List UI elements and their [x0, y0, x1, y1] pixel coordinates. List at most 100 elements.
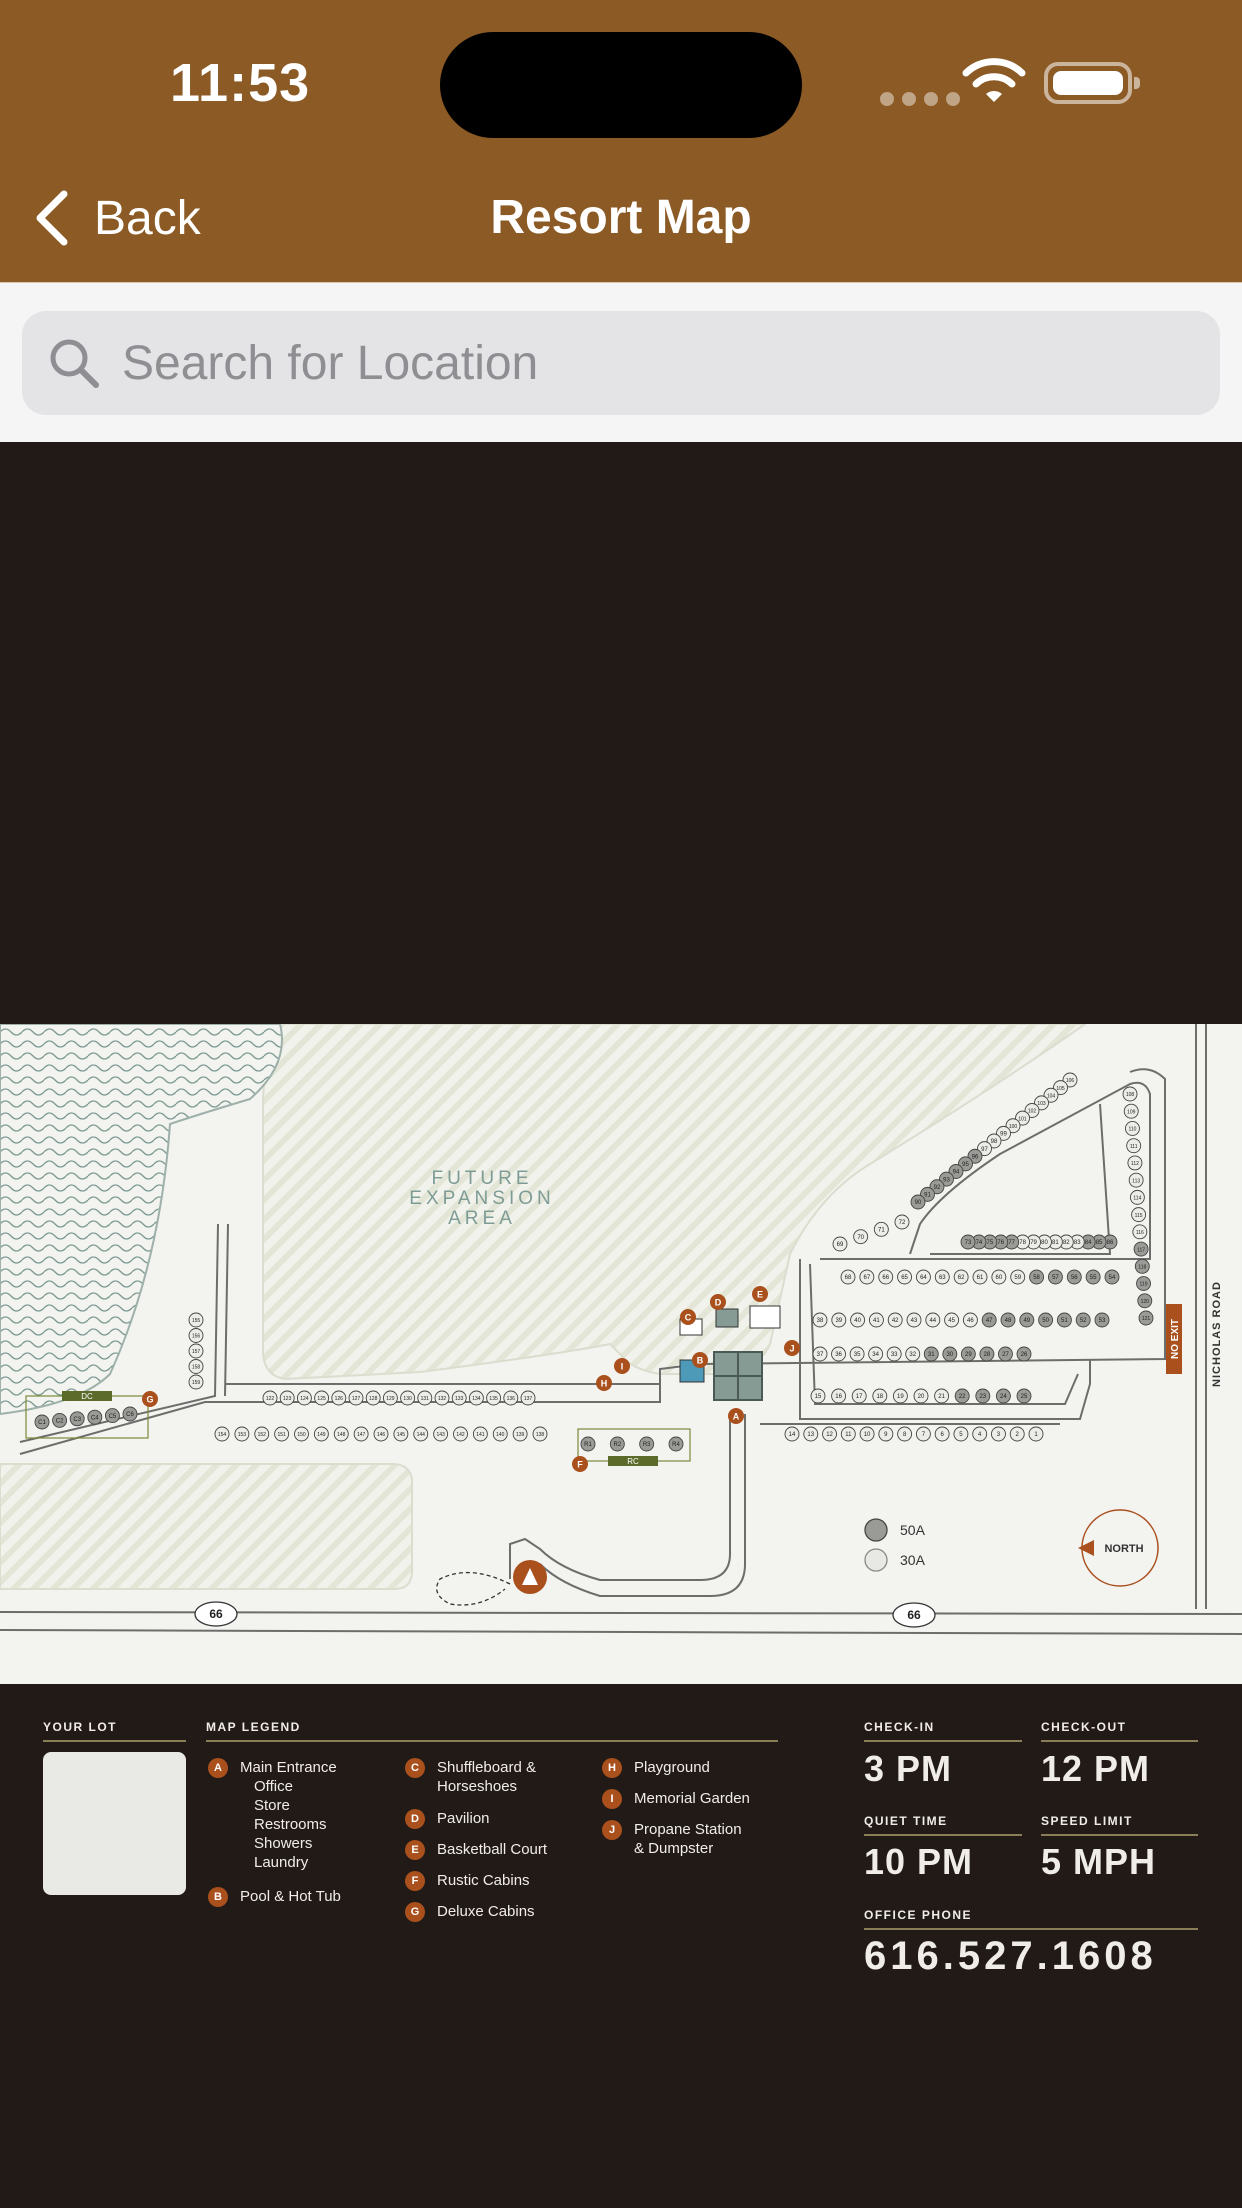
campsite-marker[interactable]: 6 [934, 1426, 950, 1442]
campsite-marker[interactable]: 157 [188, 1343, 204, 1359]
campsite-marker[interactable]: 12 [822, 1426, 837, 1442]
campsite-marker[interactable]: 129 [382, 1390, 398, 1406]
campsite-marker[interactable]: 24 [995, 1388, 1011, 1404]
campsite-marker[interactable]: 67 [859, 1269, 875, 1285]
campsite-marker[interactable]: 138 [532, 1426, 548, 1442]
campsite-marker[interactable]: 73 [960, 1234, 976, 1250]
campsite-marker[interactable]: 71 [873, 1221, 889, 1237]
campsite-marker[interactable]: C3 [69, 1411, 85, 1427]
campsite-marker[interactable]: 28 [979, 1346, 995, 1362]
campsite-marker[interactable]: 54 [1104, 1269, 1120, 1285]
campsite-marker[interactable]: 9 [878, 1426, 894, 1442]
campsite-marker[interactable]: 11 [840, 1426, 856, 1442]
campsite-marker[interactable]: 38 [812, 1312, 828, 1328]
campsite-marker[interactable]: 57 [1047, 1269, 1063, 1285]
campsite-marker[interactable]: 58 [1029, 1269, 1045, 1285]
campsite-marker[interactable]: 7 [915, 1426, 931, 1442]
campsite-marker[interactable]: 46 [962, 1312, 978, 1328]
campsite-marker[interactable]: 53 [1094, 1312, 1110, 1328]
campsite-marker[interactable]: 21 [934, 1388, 950, 1404]
campsite-marker[interactable]: 136 [503, 1390, 519, 1406]
campsite-marker[interactable]: 121 [1138, 1310, 1154, 1326]
campsite-marker[interactable]: 63 [934, 1269, 950, 1285]
campsite-marker[interactable]: C5 [104, 1408, 120, 1424]
campsite-marker[interactable]: 140 [492, 1426, 508, 1442]
search-field[interactable] [22, 311, 1220, 415]
campsite-marker[interactable]: 159 [188, 1374, 204, 1390]
campsite-marker[interactable]: 143 [433, 1426, 449, 1442]
campsite-marker[interactable]: C4 [87, 1409, 103, 1425]
campsite-marker[interactable]: 156 [188, 1328, 204, 1343]
campsite-marker[interactable]: C1 [34, 1414, 50, 1430]
campsite-marker[interactable]: 65 [897, 1269, 913, 1285]
campsite-marker[interactable]: 108 [1122, 1086, 1138, 1102]
entrance-marker[interactable] [513, 1560, 547, 1594]
search-input[interactable] [122, 335, 1182, 391]
campsite-marker[interactable]: 36 [831, 1346, 846, 1362]
campsite-marker[interactable]: 33 [886, 1346, 902, 1362]
poi-marker-d[interactable]: D [710, 1294, 726, 1310]
campsite-marker[interactable]: 43 [906, 1312, 922, 1328]
campsite-marker[interactable]: 112 [1127, 1155, 1143, 1171]
campsite-marker[interactable]: 39 [831, 1312, 847, 1328]
campsite-marker[interactable]: 109 [1123, 1103, 1139, 1119]
campsite-marker[interactable]: 8 [897, 1426, 913, 1442]
campsite-marker[interactable]: 147 [353, 1426, 369, 1442]
poi-marker-i[interactable]: I [614, 1358, 630, 1374]
campsite-marker[interactable]: 51 [1056, 1312, 1072, 1328]
campsite-marker[interactable]: 148 [333, 1426, 349, 1442]
campsite-marker[interactable]: 50 [1038, 1312, 1054, 1328]
campsite-marker[interactable]: 18 [872, 1388, 888, 1404]
campsite-marker[interactable]: 116 [1132, 1224, 1148, 1240]
campsite-marker[interactable]: 117 [1133, 1241, 1149, 1257]
campsite-marker[interactable]: 72 [894, 1214, 910, 1230]
campsite-marker[interactable]: 59 [1010, 1269, 1026, 1285]
campsite-marker[interactable]: 55 [1085, 1269, 1101, 1285]
campsite-marker[interactable]: C2 [52, 1412, 68, 1428]
campsite-marker[interactable]: 22 [954, 1388, 970, 1404]
campsite-marker[interactable]: 142 [453, 1426, 468, 1442]
campsite-marker[interactable]: 25 [1016, 1388, 1032, 1404]
campsite-marker[interactable]: 64 [915, 1269, 931, 1285]
campsite-marker[interactable]: R4 [668, 1436, 684, 1452]
campsite-marker[interactable]: 41 [868, 1312, 884, 1328]
campsite-marker[interactable]: 30 [942, 1346, 958, 1362]
campsite-marker[interactable]: 23 [975, 1388, 991, 1404]
campsite-marker[interactable]: 3 [991, 1426, 1006, 1442]
campsite-marker[interactable]: 153 [234, 1426, 250, 1442]
campsite-marker[interactable]: 120 [1137, 1293, 1153, 1309]
poi-marker-g[interactable]: G [142, 1391, 158, 1407]
office-phone-value[interactable]: 616.527.1608 [864, 1934, 1157, 1979]
campsite-marker[interactable]: R2 [609, 1436, 625, 1452]
campsite-marker[interactable]: 134 [468, 1390, 484, 1406]
campsite-marker[interactable]: 144 [413, 1426, 429, 1442]
campsite-marker[interactable]: 137 [520, 1390, 536, 1406]
campsite-marker[interactable]: C6 [122, 1406, 138, 1422]
campsite-marker[interactable]: 10 [859, 1426, 875, 1442]
campsite-marker[interactable]: 31 [923, 1346, 939, 1362]
campsite-marker[interactable]: 110 [1125, 1121, 1140, 1136]
campsite-marker[interactable]: 141 [472, 1426, 488, 1442]
campsite-marker[interactable]: 35 [849, 1346, 865, 1362]
campsite-marker[interactable]: 48 [1000, 1312, 1016, 1328]
campsite-marker[interactable]: 66 [878, 1269, 894, 1285]
campsite-marker[interactable]: 27 [998, 1346, 1013, 1362]
campsite-marker[interactable]: 123 [279, 1390, 295, 1406]
campsite-marker[interactable]: 132 [434, 1390, 450, 1406]
campsite-marker[interactable]: 126 [331, 1390, 347, 1406]
campsite-marker[interactable]: 133 [451, 1390, 467, 1406]
poi-marker-f[interactable]: F [572, 1456, 588, 1472]
campsite-marker[interactable]: 152 [254, 1426, 270, 1442]
campsite-marker[interactable]: 70 [853, 1229, 869, 1245]
campsite-marker[interactable]: 114 [1129, 1189, 1145, 1205]
campsite-marker[interactable]: 150 [294, 1426, 309, 1442]
campsite-marker[interactable]: 122 [262, 1390, 278, 1406]
campsite-marker[interactable]: R3 [639, 1436, 655, 1452]
campsite-marker[interactable]: 127 [348, 1390, 364, 1406]
campsite-marker[interactable]: 52 [1075, 1312, 1091, 1328]
campsite-marker[interactable]: 19 [892, 1388, 908, 1404]
poi-marker-b[interactable]: B [692, 1352, 708, 1368]
campsite-marker[interactable]: 151 [274, 1426, 290, 1442]
campsite-marker[interactable]: 29 [960, 1346, 976, 1362]
campsite-marker[interactable]: 90 [910, 1194, 926, 1210]
